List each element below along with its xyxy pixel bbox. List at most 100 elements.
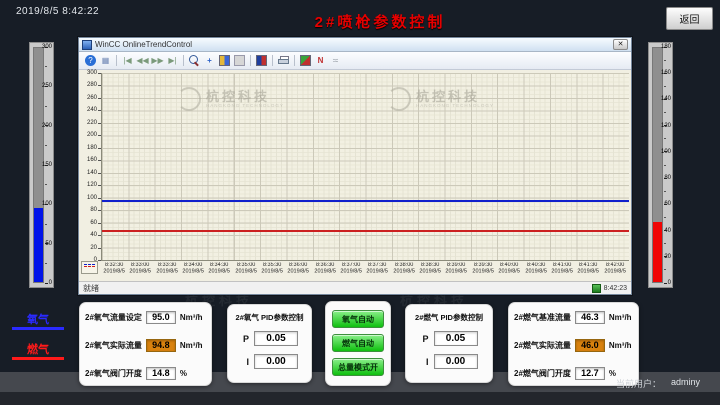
x-tick-label: 8:39:002019/8/5 <box>445 263 469 276</box>
gauge-tick <box>45 47 48 48</box>
x-tick-time: 8:36:30 <box>313 263 337 269</box>
y-tick-label: 200 <box>87 132 97 138</box>
gauge-tick <box>45 243 48 244</box>
hmi-screen: 2019/8/5 8:42:22 2#喷枪参数控制 返回 杭控科技 杭控科技 3… <box>0 0 720 405</box>
x-tick-label: 8:34:302019/8/5 <box>207 263 231 276</box>
x-tick-date: 2019/8/5 <box>339 269 363 275</box>
close-icon[interactable]: ✕ <box>613 39 628 50</box>
y-tick-label: 260 <box>87 95 97 101</box>
y-tick-mark <box>98 235 101 236</box>
mode-button[interactable]: 氧气自动 <box>332 310 384 328</box>
y-tick-mark <box>98 135 101 136</box>
zoom-area-icon[interactable] <box>187 54 202 68</box>
online-data-icon[interactable]: N <box>313 54 328 68</box>
gas-flow-value-field[interactable]: 12.7 <box>575 367 605 380</box>
ruler-icon[interactable]: ≍ <box>328 54 343 68</box>
x-tick-date: 2019/8/5 <box>603 269 627 275</box>
mode-button[interactable]: 总量模式开 <box>332 358 384 376</box>
status-connection-icon <box>592 284 601 293</box>
x-tick-date: 2019/8/5 <box>128 269 152 275</box>
x-tick-date: 2019/8/5 <box>524 269 548 275</box>
legend-gas-line <box>12 357 64 360</box>
x-tick-date: 2019/8/5 <box>418 269 442 275</box>
x-tick-time: 8:42:00 <box>603 263 627 269</box>
x-tick-label: 8:39:302019/8/5 <box>471 263 495 276</box>
oxygen-flow-value-field[interactable]: 95.0 <box>146 311 176 324</box>
gauge-fill <box>34 208 43 282</box>
move-axes-area-icon-glyph <box>219 55 230 66</box>
toolbar-separator <box>272 55 273 66</box>
x-tick-time: 8:34:00 <box>181 263 205 269</box>
oxygen-pid-param-field[interactable]: 0.00 <box>254 354 298 369</box>
gas-pid-param-field[interactable]: 0.00 <box>434 354 478 369</box>
gas-flow-value-field[interactable]: 46.3 <box>575 311 605 324</box>
x-tick-label: 8:40:302019/8/5 <box>524 263 548 276</box>
y-tick-label: 60 <box>90 220 97 226</box>
original-view-icon[interactable] <box>232 54 247 68</box>
y-tick-mark <box>98 248 101 249</box>
x-tick-time: 8:40:30 <box>524 263 548 269</box>
status-ready-text: 就绪 <box>83 283 99 294</box>
gauge-tick <box>664 204 667 205</box>
x-tick-date: 2019/8/5 <box>365 269 389 275</box>
gauge-tick <box>45 86 48 87</box>
gauge-tick <box>45 165 48 166</box>
x-tick-date: 2019/8/5 <box>576 269 600 275</box>
x-tick-label: 8:33:302019/8/5 <box>155 263 179 276</box>
help-icon[interactable]: ? <box>85 55 96 66</box>
gauge-tick <box>664 47 667 48</box>
x-tick-time: 8:35:00 <box>234 263 258 269</box>
oxygen-pid-param-label: P <box>241 334 249 344</box>
gauge-tick <box>664 125 667 126</box>
x-tick-date: 2019/8/5 <box>392 269 416 275</box>
y-tick-label: 220 <box>87 120 97 126</box>
gauge-minor-tick <box>45 184 47 185</box>
back-button[interactable]: 返回 <box>666 7 713 30</box>
x-tick-time: 8:37:30 <box>365 263 389 269</box>
legend-swatch <box>84 264 95 265</box>
x-tick-date: 2019/8/5 <box>445 269 469 275</box>
y-tick-label: 180 <box>87 145 97 151</box>
y-axis: 3002802602402202001801601401201008060402… <box>79 73 101 260</box>
oxygen-pid-panel: 2#氧气 PID参数控制 P0.05I0.00 <box>227 304 312 383</box>
oxygen-flow-value-field: 94.8 <box>146 339 176 352</box>
pause-update-icon[interactable] <box>254 54 269 68</box>
move-trend-area-icon[interactable]: + <box>202 54 217 68</box>
y-tick-mark <box>98 173 101 174</box>
y-tick-label: 120 <box>87 182 97 188</box>
oxygen-flow-panel: 2#氧气流量设定95.0Nm³/h2#氧气实际流量94.8Nm³/h2#氧气阀门… <box>79 302 212 386</box>
mode-button[interactable]: 燃气自动 <box>332 334 384 352</box>
trend-line-氧气 <box>102 200 629 202</box>
y-tick-mark <box>98 73 101 74</box>
previous-record-icon[interactable]: ◀◀ <box>135 54 150 68</box>
connect-backup-icon[interactable] <box>298 54 313 68</box>
first-record-icon[interactable]: |◀ <box>120 54 135 68</box>
move-axes-area-icon[interactable] <box>217 54 232 68</box>
y-tick-mark <box>98 210 101 211</box>
print-icon[interactable] <box>276 54 291 68</box>
next-record-icon[interactable]: ▶▶ <box>150 54 165 68</box>
gauge-minor-tick <box>45 106 47 107</box>
x-tick-time: 8:41:00 <box>550 263 574 269</box>
original-view-icon-glyph <box>234 55 245 66</box>
configure-dialog-icon[interactable]: ▦ <box>98 54 113 68</box>
x-tick-label: 8:36:302019/8/5 <box>313 263 337 276</box>
oxygen-flow-value-field[interactable]: 14.8 <box>146 367 176 380</box>
x-tick-date: 2019/8/5 <box>207 269 231 275</box>
wincc-trend-window: WinCC OnlineTrendControl ✕ ?▦|◀◀◀▶▶▶|+N≍… <box>78 37 632 295</box>
gas-pid-param-field[interactable]: 0.05 <box>434 331 478 346</box>
oxygen-pid-param-field[interactable]: 0.05 <box>254 331 298 346</box>
last-record-icon[interactable]: ▶| <box>165 54 180 68</box>
gauge-tick <box>664 178 667 179</box>
x-tick-time: 8:37:00 <box>339 263 363 269</box>
y-tick-label: 40 <box>90 232 97 238</box>
gauge-minor-tick <box>664 217 666 218</box>
chart-watermark: 杭控科技 HANGKONG TECHNOLOGY <box>387 87 494 111</box>
gauge-tick-label: 0 <box>49 280 52 286</box>
gas-flow-unit: Nm³/h <box>609 341 632 350</box>
current-user-label: 当前用户： <box>616 377 661 390</box>
y-tick-label: 160 <box>87 157 97 163</box>
y-tick-mark <box>98 123 101 124</box>
y-tick-label: 300 <box>87 70 97 76</box>
oxygen-flow-unit: Nm³/h <box>180 341 203 350</box>
